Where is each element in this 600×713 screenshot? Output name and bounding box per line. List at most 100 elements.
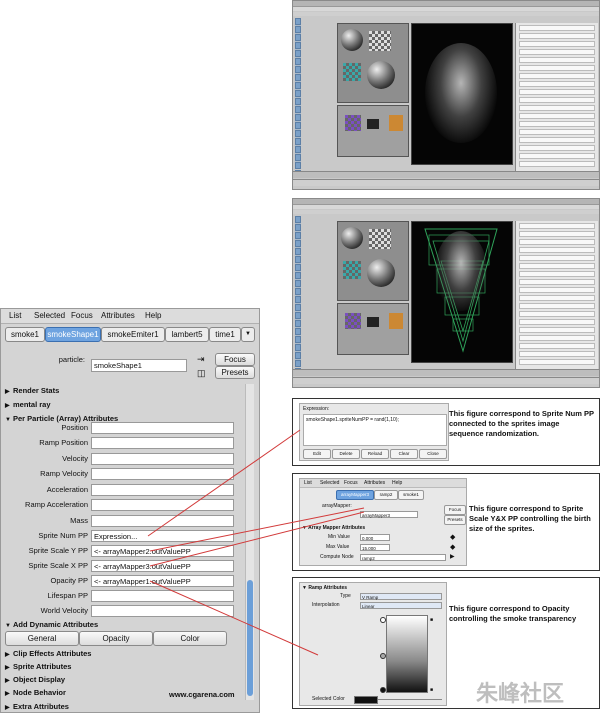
collapsed-arrow-icon: ▶ <box>5 691 10 697</box>
pp-sprite-num-field[interactable]: Expression... <box>91 530 234 542</box>
expression-textarea[interactable]: smokeShape1.spriteNumPP = rand(1,10); <box>303 414 447 446</box>
selected-color-swatch[interactable] <box>354 696 378 704</box>
credit-text: www.cgarena.com <box>169 690 235 699</box>
section-render-stats[interactable]: ▶ Render Stats <box>5 386 243 395</box>
mapper-presets-button[interactable]: Presets <box>444 515 466 525</box>
ramp-handle-mid[interactable] <box>380 653 386 659</box>
maya-screenshot-middle <box>292 198 600 388</box>
edit-button[interactable]: Edit <box>303 449 331 459</box>
pp-world-velocity-field[interactable] <box>91 605 234 617</box>
clear-button[interactable]: Clear <box>390 449 418 459</box>
add-general-button[interactable]: General <box>5 631 79 646</box>
scrollbar-thumb[interactable] <box>247 580 253 696</box>
ramp-delete-handle-icon[interactable]: ■ <box>430 617 433 623</box>
ae-vertical-scrollbar[interactable] <box>245 384 254 700</box>
compute-node-field[interactable]: ramp2 <box>360 554 446 561</box>
particle-label: particle: <box>58 355 85 364</box>
tab-smokeemiter1[interactable]: smokeEmiter1 <box>101 327 165 342</box>
menu-focus[interactable]: Focus <box>71 311 93 320</box>
pp-label: Velocity <box>62 454 88 463</box>
collapsed-arrow-icon: ▶ <box>5 705 10 711</box>
pp-ramp-acceleration-field[interactable] <box>91 499 234 511</box>
pp-opacity-field[interactable]: <- arrayMapper1.outValuePP <box>91 575 234 587</box>
expression-editor: Expression: smokeShape1.spriteNumPP = ra… <box>299 403 449 461</box>
tab-smoke1[interactable]: smoke1 <box>5 327 45 342</box>
tab-time1[interactable]: time1 <box>209 327 241 342</box>
mapper-menu-selected[interactable]: Selected <box>320 480 339 486</box>
collapsed-arrow-icon: ▶ <box>5 652 10 658</box>
tab-arraymapper3[interactable]: arrayMapper3 <box>336 490 374 500</box>
map-connect-icon[interactable]: ◆ <box>450 543 455 551</box>
menu-help[interactable]: Help <box>145 311 161 320</box>
delete-button[interactable]: Delete <box>332 449 360 459</box>
ramp-type-label: Type <box>340 593 351 599</box>
copy-tab-icon[interactable]: ◫ <box>197 368 206 379</box>
pp-position-field[interactable] <box>91 422 234 434</box>
section-sprite[interactable]: ▶ Sprite Attributes <box>5 662 243 671</box>
focus-button[interactable]: Focus <box>215 353 255 366</box>
menu-attributes[interactable]: Attributes <box>101 311 135 320</box>
menu-selected[interactable]: Selected <box>34 311 65 320</box>
add-color-button[interactable]: Color <box>153 631 227 646</box>
tab-lambert5[interactable]: lambert5 <box>165 327 209 342</box>
map-connect-icon[interactable]: ◆ <box>450 533 455 541</box>
ramp-type-dropdown[interactable]: V Ramp <box>360 593 442 600</box>
section-extra[interactable]: ▶ Extra Attributes <box>5 702 243 711</box>
menu-list[interactable]: List <box>9 311 21 320</box>
ae-menubar: List Selected Focus Attributes Help <box>1 309 259 324</box>
min-value-field[interactable]: 0.000 <box>360 534 390 541</box>
section-mental-ray[interactable]: ▶ mental ray <box>5 400 243 409</box>
ramp-handle-top[interactable] <box>380 617 386 623</box>
section-clip-effects[interactable]: ▶ Clip Effects Attributes <box>5 649 243 658</box>
pp-lifespan-field[interactable] <box>91 590 234 602</box>
selected-color-slider[interactable] <box>378 699 442 700</box>
pp-label: Acceleration <box>46 485 88 494</box>
max-value-field[interactable]: 15.000 <box>360 544 390 551</box>
mapper-menu-list[interactable]: List <box>304 480 312 486</box>
watermark: 朱峰社区 <box>476 681 565 706</box>
tabs-overflow-arrow-icon[interactable]: ▼ <box>241 327 255 342</box>
interpolation-dropdown[interactable]: Linear <box>360 602 442 609</box>
pp-mass-field[interactable] <box>91 515 234 527</box>
pp-ramp-velocity-field[interactable] <box>91 468 234 480</box>
pp-label: Sprite Num PP <box>38 531 88 540</box>
mapper-focus-button[interactable]: Focus <box>444 505 466 515</box>
mapper-node-label: arrayMapper: <box>322 503 352 509</box>
mapper-node-field[interactable]: arrayMapper3 <box>360 511 418 518</box>
maya-screenshot-top <box>292 0 600 190</box>
ramp-section[interactable]: ▼ Ramp Attributes <box>302 585 347 591</box>
select-node-icon[interactable]: ⇥ <box>197 354 205 365</box>
array-mapper-editor: List Selected Focus Attributes Help arra… <box>299 478 467 566</box>
compute-node-label: Compute Node <box>320 554 354 560</box>
interpolation-label: Interpolation <box>312 602 340 608</box>
pp-sprite-scale-y-field[interactable]: <- arrayMapper2.outValuePP <box>91 545 234 557</box>
tab-smoke1-mapper[interactable]: smoke1 <box>398 490 424 500</box>
pp-label: Sprite Scale Y PP <box>28 546 88 555</box>
tab-ramp2[interactable]: ramp2 <box>374 490 398 500</box>
particle-name-field[interactable]: smokeShape1 <box>91 359 187 372</box>
pp-label: Mass <box>70 516 88 525</box>
pp-velocity-field[interactable] <box>91 453 234 465</box>
ramp-delete-handle-icon[interactable]: ■ <box>430 687 433 693</box>
reload-button[interactable]: Reload <box>361 449 389 459</box>
pp-acceleration-field[interactable] <box>91 484 234 496</box>
mapper-menu-focus[interactable]: Focus <box>344 480 358 486</box>
expression-title: Expression: <box>303 406 330 412</box>
section-object-display[interactable]: ▶ Object Display <box>5 675 243 684</box>
tab-smokeshape1[interactable]: smokeShape1 <box>45 327 101 342</box>
array-mapper-caption: This figure correspond to Sprite Scale Y… <box>469 504 591 533</box>
presets-button[interactable]: Presets <box>215 366 255 379</box>
ramp-gradient[interactable] <box>386 615 428 693</box>
mapper-menu-help[interactable]: Help <box>392 480 402 486</box>
close-button[interactable]: Close <box>419 449 447 459</box>
pp-sprite-scale-x-field[interactable]: <- arrayMapper3.outValuePP <box>91 560 234 572</box>
mapper-menu-attributes[interactable]: Attributes <box>364 480 385 486</box>
pp-ramp-position-field[interactable] <box>91 437 234 449</box>
add-opacity-button[interactable]: Opacity <box>79 631 153 646</box>
mapper-section[interactable]: ▼ Array Mapper Attributes <box>302 525 365 531</box>
expression-code: smokeShape1.spriteNumPP = rand(1,10); <box>306 417 399 423</box>
compute-node-arrow-icon[interactable]: ▶ <box>450 553 455 560</box>
section-add-dynamic[interactable]: ▼ Add Dynamic Attributes <box>5 620 243 629</box>
array-mapper-callout: List Selected Focus Attributes Help arra… <box>292 473 600 571</box>
ramp-handle-bottom[interactable] <box>380 687 386 693</box>
